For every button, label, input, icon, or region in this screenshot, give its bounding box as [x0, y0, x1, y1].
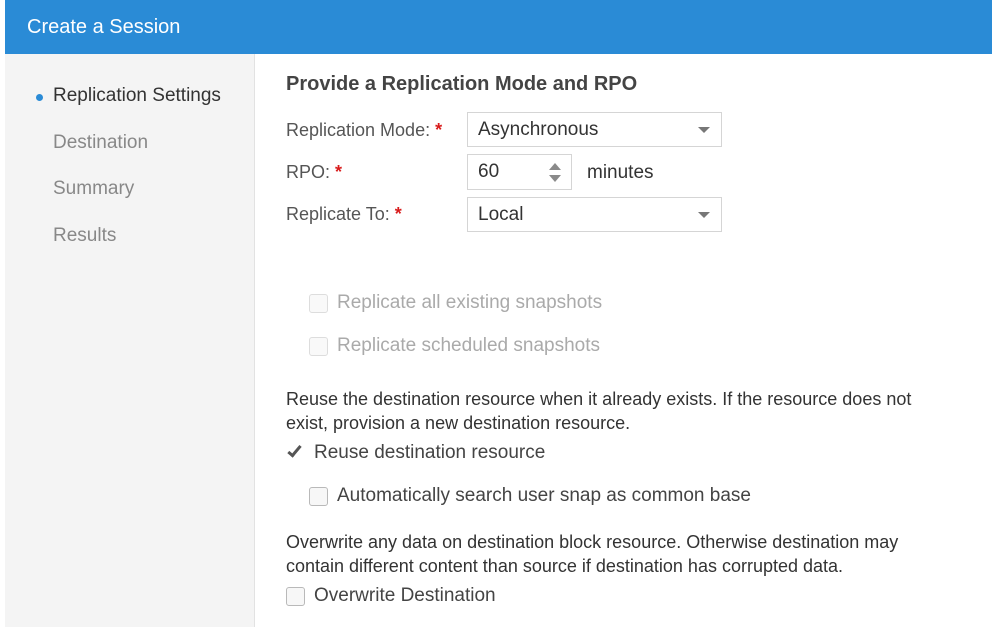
rpo-label: RPO: *	[286, 162, 342, 183]
replication-mode-select[interactable]: Asynchronous	[467, 112, 722, 147]
replicate-to-value: Local	[478, 204, 524, 225]
dialog-title: Create a Session	[27, 16, 181, 38]
step-summary[interactable]: Summary	[53, 178, 134, 200]
overwrite-destination-option[interactable]: Overwrite Destination	[286, 585, 496, 607]
step-destination[interactable]: Destination	[53, 132, 148, 154]
required-marker: *	[335, 162, 343, 182]
replication-mode-label-text: Replication Mode:	[286, 120, 431, 140]
wizard-steps-sidebar: Replication Settings Destination Summary…	[5, 54, 255, 627]
reuse-description: Reuse the destination resource when it a…	[286, 389, 912, 433]
replicate-to-select[interactable]: Local	[467, 197, 722, 232]
replicate-to-label-text: Replicate To:	[286, 204, 390, 224]
rpo-units: minutes	[587, 162, 654, 183]
replicate-scheduled-snapshots-label: Replicate scheduled snapshots	[337, 335, 601, 356]
auto-search-snap-option[interactable]: Automatically search user snap as common…	[309, 485, 751, 507]
required-marker: *	[394, 204, 402, 224]
spin-down-icon[interactable]	[549, 175, 561, 182]
wizard-content: Provide a Replication Mode and RPO Repli…	[256, 54, 992, 627]
reuse-destination-label: Reuse destination resource	[314, 442, 546, 463]
chevron-down-icon	[698, 127, 710, 133]
overwrite-destination-label: Overwrite Destination	[314, 585, 496, 606]
step-results[interactable]: Results	[53, 225, 116, 247]
section-heading: Provide a Replication Mode and RPO	[286, 73, 638, 95]
rpo-value: 60	[478, 161, 500, 182]
rpo-number-input[interactable]: 60	[467, 154, 572, 190]
spin-up-icon[interactable]	[549, 163, 561, 170]
reuse-destination-option[interactable]: Reuse destination resource	[286, 441, 546, 464]
replicate-scheduled-snapshots-checkbox[interactable]	[309, 336, 328, 356]
step-replication-settings[interactable]: Replication Settings	[36, 85, 221, 107]
replicate-existing-snapshots-checkbox[interactable]	[309, 293, 328, 313]
reuse-destination-checkbox[interactable]	[286, 441, 305, 463]
rpo-label-text: RPO:	[286, 162, 331, 182]
replicate-scheduled-snapshots-option[interactable]: Replicate scheduled snapshots	[309, 335, 600, 357]
overwrite-description: Overwrite any data on destination block …	[286, 532, 899, 576]
required-marker: *	[435, 120, 443, 140]
auto-search-snap-label: Automatically search user snap as common…	[337, 485, 751, 506]
chevron-down-icon	[698, 212, 710, 218]
auto-search-snap-checkbox[interactable]	[309, 486, 328, 506]
replication-mode-value: Asynchronous	[478, 119, 599, 140]
replicate-existing-snapshots-label: Replicate all existing snapshots	[337, 292, 603, 313]
replication-mode-label: Replication Mode: *	[286, 120, 442, 141]
dialog-title-bar: Create a Session	[5, 0, 992, 54]
replicate-existing-snapshots-option[interactable]: Replicate all existing snapshots	[309, 292, 602, 314]
overwrite-destination-checkbox[interactable]	[286, 586, 305, 606]
checkmark-icon	[287, 441, 302, 458]
replicate-to-label: Replicate To: *	[286, 204, 402, 225]
